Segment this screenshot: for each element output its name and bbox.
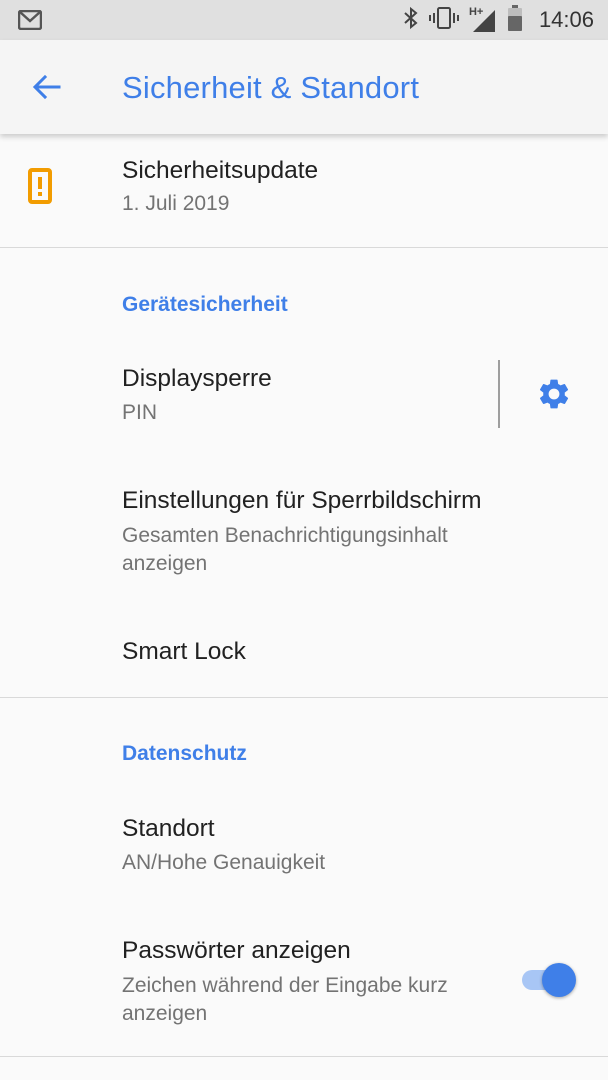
bluetooth-icon [403,6,419,35]
show-passwords-title: Passwörter anzeigen [122,937,351,964]
security-update-title: Sicherheitsupdate [122,157,319,184]
screen-lock-subtitle: PIN [122,401,158,424]
vertical-divider [498,360,500,428]
lock-screen-settings-title: Einstellungen für Sperrbildschirm [122,487,482,514]
lock-screen-settings-subtitle: Gesamten Benachrichtigungsinhalt anzeige… [122,524,448,575]
vibrate-icon [428,6,459,35]
divider [0,1056,608,1057]
battery-icon [507,4,523,37]
smart-lock-item[interactable]: Smart Lock [0,606,608,696]
signal-icon: H+ [469,6,497,34]
show-passwords-toggle[interactable] [520,960,578,1000]
lock-screen-settings-item[interactable]: Einstellungen für Sperrbildschirm Gesamt… [0,464,608,604]
screen-lock-title: Displaysperre [122,365,272,392]
warning-icon [28,168,52,209]
location-subtitle: AN/Hohe Genauigkeit [122,851,326,874]
gear-icon[interactable] [536,376,572,417]
status-time: 14:06 [538,7,594,32]
divider [0,697,608,698]
show-passwords-subtitle: Zeichen während der Eingabe kurz anzeige… [122,974,448,1025]
location-item[interactable]: Standort AN/Hohe Genauigkeit [0,784,608,904]
security-update-date: 1. Juli 2019 [122,192,230,215]
page-title: Sicherheit & Standort [122,70,420,105]
status-bar: H+ 14:06 [0,0,608,40]
smart-lock-title: Smart Lock [122,638,246,665]
gmail-icon [17,9,43,35]
arrow-back-icon[interactable] [30,70,64,109]
divider [0,247,608,248]
section-header-device-security: Gerätesicherheit [122,293,288,316]
app-bar: Sicherheit & Standort [0,40,608,134]
network-type-label: H+ [468,6,484,18]
toggle-thumb [542,963,576,997]
show-passwords-item[interactable]: Passwörter anzeigen Zeichen während der … [0,914,608,1054]
screen-lock-item[interactable]: Displaysperre PIN [0,334,608,454]
section-header-privacy: Datenschutz [122,742,247,765]
security-update-item[interactable]: Sicherheitsupdate 1. Juli 2019 [0,134,608,248]
location-title: Standort [122,815,215,842]
